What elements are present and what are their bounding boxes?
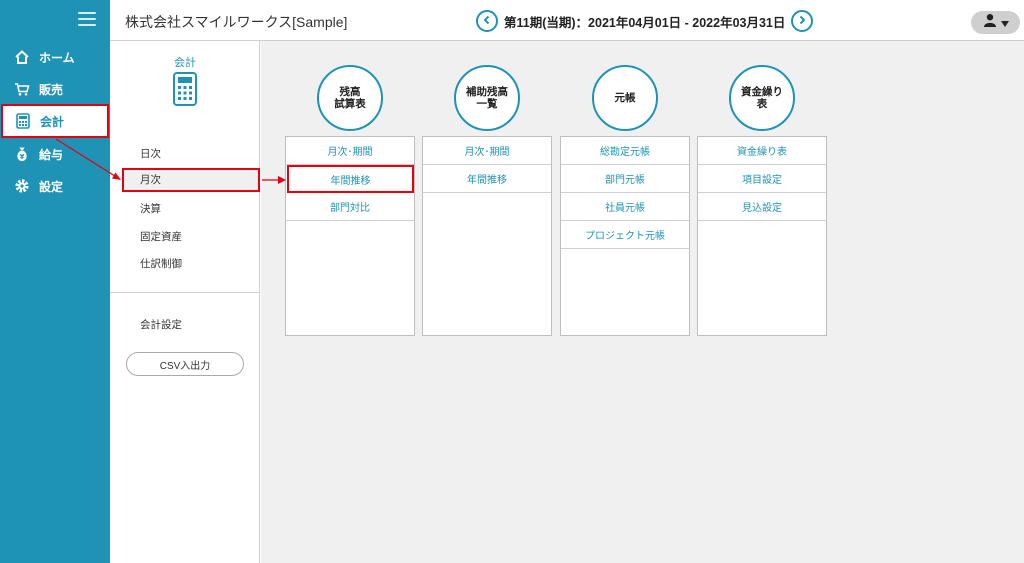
menu-list: 資金繰り表 項目設定 見込設定 [697, 136, 827, 336]
trial-balance-category[interactable]: 残高 試算表 [317, 65, 383, 131]
company-name: 株式会社スマイルワークス[Sample] [125, 14, 348, 30]
menu-item-monthly-period[interactable]: 月次･期間 [286, 137, 414, 165]
nav-label: 会計 [40, 114, 65, 129]
money-bag-icon: ¥ [14, 146, 30, 162]
menu-list: 月次･期間 年間推移 [422, 136, 552, 336]
subnav-title: 会計 [174, 57, 196, 69]
accounting-subnav: 会計 日次 月次 決算 固定資産 仕訳制御 会計設定 CSV入出力 [110, 41, 260, 563]
nav-item-sales[interactable]: 販売 [0, 74, 110, 104]
menu-item-forecast-settings[interactable]: 見込設定 [698, 193, 826, 221]
caret-down-icon [1000, 14, 1009, 32]
chevron-right-icon [797, 12, 807, 30]
main-content: 残高 試算表 月次･期間 年間推移 部門対比 補助残高 一覧 月次･期間 年間推… [261, 41, 1024, 563]
menu-list: 総勘定元帳 部門元帳 社員元帳 プロジェクト元帳 [560, 136, 690, 336]
menu-item-item-settings[interactable]: 項目設定 [698, 165, 826, 193]
nav-label: 給与 [39, 147, 64, 162]
subnav-item-accounting-settings[interactable]: 会計設定 [140, 317, 182, 332]
menu-item-cash-flow-table[interactable]: 資金繰り表 [698, 137, 826, 165]
hamburger-menu-icon[interactable] [78, 12, 96, 26]
menu-item-department-compare[interactable]: 部門対比 [286, 193, 414, 221]
chevron-left-icon [482, 12, 492, 30]
calculator-icon [15, 113, 31, 129]
next-period-button[interactable] [791, 10, 814, 32]
nav-label: 販売 [39, 82, 64, 97]
top-header: 株式会社スマイルワークス[Sample] 第11期(当期)：2021年04月01… [110, 0, 1024, 41]
csv-import-export-button[interactable]: CSV入出力 [126, 352, 244, 376]
subnav-item-journal-control[interactable]: 仕訳制御 [140, 256, 182, 271]
user-icon [983, 13, 997, 32]
divider [110, 292, 260, 293]
menu-item-department-ledger[interactable]: 部門元帳 [561, 165, 689, 193]
menu-item-general-ledger[interactable]: 総勘定元帳 [561, 137, 689, 165]
svg-text:¥: ¥ [20, 153, 25, 161]
home-icon [14, 49, 30, 65]
period-label: 第11期(当期)：2021年04月01日 - 2022年03月31日 [504, 15, 786, 30]
ledger-category[interactable]: 元帳 [592, 65, 658, 131]
subnav-item-daily[interactable]: 日次 [140, 146, 161, 161]
sub-balance-category[interactable]: 補助残高 一覧 [454, 65, 520, 131]
user-menu-button[interactable] [971, 11, 1020, 34]
nav-item-home[interactable]: ホーム [0, 42, 110, 72]
prev-period-button[interactable] [476, 10, 498, 32]
menu-item-annual-trend[interactable]: 年間推移 [287, 165, 414, 193]
nav-item-settings[interactable]: 設定 [0, 171, 110, 201]
nav-item-payroll[interactable]: ¥ 給与 [0, 139, 110, 169]
subnav-item-closing[interactable]: 決算 [140, 201, 161, 216]
menu-item-project-ledger[interactable]: プロジェクト元帳 [561, 221, 689, 249]
calculator-icon [173, 72, 197, 111]
main-sidebar: ホーム 販売 会計 ¥ 給与 設定 [0, 0, 110, 563]
period-selector: 第11期(当期)：2021年04月01日 - 2022年03月31日 [476, 10, 814, 32]
menu-list: 月次･期間 年間推移 部門対比 [285, 136, 415, 336]
cash-flow-category[interactable]: 資金繰り 表 [729, 65, 795, 131]
nav-label: 設定 [39, 179, 64, 194]
nav-item-accounting[interactable]: 会計 [1, 104, 109, 138]
menu-item-monthly-period[interactable]: 月次･期間 [423, 137, 551, 165]
gear-icon [14, 178, 30, 194]
subnav-item-fixed-assets[interactable]: 固定資産 [140, 229, 182, 244]
cart-icon [14, 81, 30, 97]
menu-item-employee-ledger[interactable]: 社員元帳 [561, 193, 689, 221]
nav-label: ホーム [39, 50, 75, 65]
menu-item-annual-trend[interactable]: 年間推移 [423, 165, 551, 193]
subnav-item-monthly[interactable]: 月次 [122, 168, 260, 192]
